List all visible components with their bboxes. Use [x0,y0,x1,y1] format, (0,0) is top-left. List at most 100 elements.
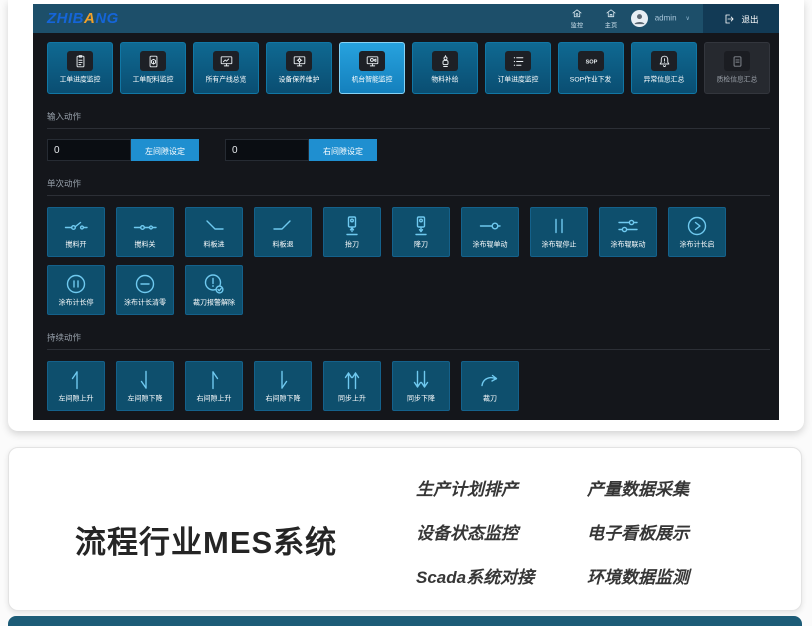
action-button[interactable]: 涂布计长停 [47,265,105,315]
gap-set-button-label: 左间隙设定 [145,144,185,156]
action-button[interactable]: 料板退 [254,207,312,257]
gap-setting-group: 左间隙设定 [47,139,199,161]
action-button[interactable]: 涂布计长启 [668,207,726,257]
logout-button[interactable]: 退出 [703,4,779,33]
app-tile[interactable]: 设备保养维护 [266,42,332,94]
action-button-label: 涂布计长停 [59,300,94,307]
app-header: ZHIBANG 监控 主页 admin ∨ [33,4,779,33]
action-button[interactable]: 涂布辊联动 [599,207,657,257]
logout-label: 退出 [741,12,758,25]
alert-bell-icon [651,51,677,71]
action-button[interactable]: 料板进 [185,207,243,257]
chevron-down-icon: ∨ [685,15,689,22]
knife-turn-icon [477,368,503,392]
gap-set-button[interactable]: 左间隙设定 [131,139,199,161]
action-button-label: 同步上升 [338,396,366,403]
gap-input[interactable] [47,139,131,161]
action-button-label: 右间隙上升 [197,396,232,403]
action-button[interactable]: 涂布辊停止 [530,207,588,257]
tile-label: 订单进度监控 [498,77,539,84]
action-button[interactable]: 右间隙下降 [254,361,312,411]
home-monitor-icon [571,6,583,24]
action-button-label: 搅料开 [66,242,87,249]
app-tile[interactable]: 订单进度监控 [485,42,551,94]
plate-out-icon [270,214,296,238]
section-title: 单次动作 [47,176,81,189]
app-tile[interactable]: 所有产线总览 [193,42,259,94]
action-button-label: 右间隙下降 [266,396,301,403]
app-tile[interactable]: SOP SOP作业下发 [558,42,624,94]
sop-icon: SOP [578,51,604,71]
action-button[interactable]: 搅料关 [116,207,174,257]
header-nav-item[interactable]: 主页 [601,6,621,32]
logo-part2: A [84,10,95,27]
tile-label: 工单配料监控 [133,77,174,84]
app-tile[interactable]: 质检信息汇总 [704,42,770,94]
action-button[interactable]: 裁刀报警解除 [185,265,243,315]
tile-label: 异常信息汇总 [644,77,685,84]
gap-setting-row: 左间隙设定 右间隙设定 [47,139,770,161]
material-supply-icon [432,51,458,71]
feature-item: Scada系统对接 [416,568,534,588]
tile-label: 质检信息汇总 [717,77,758,84]
feature-item: 生产计划排产 [416,480,534,500]
action-button[interactable]: 搅料开 [47,207,105,257]
action-button[interactable]: 同步下降 [392,361,450,411]
feature-item: 环境数据监测 [587,568,689,588]
section-title: 持续动作 [47,330,81,343]
mes-app-window: ZHIBANG 监控 主页 admin ∨ [33,4,779,420]
user-menu[interactable]: admin ∨ [631,10,691,27]
action-button-label: 涂布计长启 [680,242,715,249]
action-button-label: 裁刀 [483,396,497,403]
next-card-top-edge [8,616,802,626]
header-nav-item[interactable]: 监控 [567,6,587,32]
action-button-label: 涂布辊停止 [542,242,577,249]
app-tile[interactable]: 异常信息汇总 [631,42,697,94]
action-button[interactable]: 左间隙下降 [116,361,174,411]
app-tile[interactable]: 工单进度监控 [47,42,113,94]
tile-label: 所有产线总览 [206,77,247,84]
action-button-label: 左间隙下降 [128,396,163,403]
action-button-label: 搅料关 [135,242,156,249]
machine-monitor-icon [359,51,385,71]
feature-item: 产量数据采集 [587,480,689,500]
work-order-batching-icon [140,51,166,71]
gap-set-button-label: 右间隙设定 [323,144,363,156]
avatar [631,10,648,27]
feature-column-2: 产量数据采集电子看板展示环境数据监测 [587,480,689,588]
roller-single-icon [477,214,503,238]
action-button-label: 左间隙上升 [59,396,94,403]
continuous-actions-section-head: 持续动作 [47,328,770,350]
action-button[interactable]: 降刀 [392,207,450,257]
arrow-up-right-icon [201,368,227,392]
action-button[interactable]: 涂布辊单动 [461,207,519,257]
app-tile[interactable]: 物料补给 [412,42,478,94]
action-button[interactable]: 右间隙上升 [185,361,243,411]
action-button-label: 料板退 [273,242,294,249]
gap-input[interactable] [225,139,309,161]
action-button[interactable]: 涂布计长清零 [116,265,174,315]
action-button[interactable]: 裁刀 [461,361,519,411]
work-order-progress-icon [67,51,93,71]
action-button[interactable]: 同步上升 [323,361,381,411]
action-button-label: 裁刀报警解除 [193,300,235,307]
action-button[interactable]: 抬刀 [323,207,381,257]
svg-text:SOP: SOP [585,59,597,65]
tile-label: 机台智能监控 [352,77,393,84]
production-lines-icon [213,51,239,71]
module-tiles-row: 工单进度监控 工单配料监控 所有产线总览 设备保养维护 机台智能监控 [47,42,770,94]
counter-reset-icon [132,272,158,296]
user-name: admin [655,14,677,23]
action-button[interactable]: 左间隙上升 [47,361,105,411]
counter-start-icon [684,214,710,238]
knife-down-icon [408,214,434,238]
promo-title: 流程行业MES系统 [75,517,337,562]
app-tile[interactable]: 机台智能监控 [339,42,405,94]
feature-item: 设备状态监控 [416,524,534,544]
alarm-clear-icon [201,272,227,296]
logo-part1: ZHIB [47,10,84,27]
gap-set-button[interactable]: 右间隙设定 [309,139,377,161]
header-nav: 监控 主页 [567,6,621,32]
feature-item: 电子看板展示 [587,524,689,544]
app-tile[interactable]: 工单配料监控 [120,42,186,94]
